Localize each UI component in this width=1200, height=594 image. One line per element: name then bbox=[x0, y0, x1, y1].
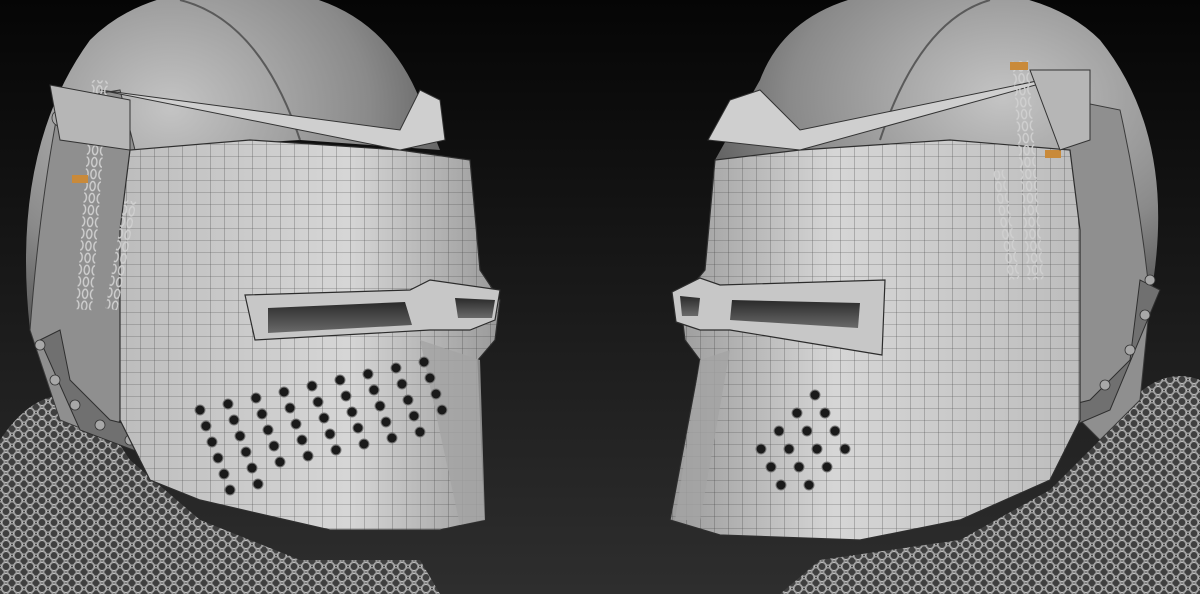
breath-hole bbox=[408, 410, 420, 422]
breath-hole bbox=[793, 461, 805, 473]
breath-hole bbox=[362, 368, 374, 380]
breath-hole bbox=[222, 398, 234, 410]
breath-hole bbox=[206, 436, 218, 448]
breath-hole bbox=[312, 396, 324, 408]
breath-hole bbox=[274, 456, 286, 468]
breath-hole bbox=[424, 372, 436, 384]
breath-hole bbox=[801, 425, 813, 437]
breath-hole bbox=[352, 422, 364, 434]
breath-hole bbox=[246, 462, 258, 474]
breath-hole bbox=[390, 362, 402, 374]
breath-hole bbox=[418, 356, 430, 368]
breath-hole bbox=[302, 450, 314, 462]
breath-hole bbox=[436, 404, 448, 416]
breath-hole bbox=[346, 406, 358, 418]
breath-hole bbox=[368, 384, 380, 396]
breath-hole bbox=[821, 461, 833, 473]
breath-hole bbox=[783, 443, 795, 455]
breath-hole bbox=[374, 400, 386, 412]
breath-hole bbox=[811, 443, 823, 455]
breath-hole bbox=[340, 390, 352, 402]
breath-hole bbox=[262, 424, 274, 436]
breath-hole bbox=[278, 386, 290, 398]
breath-hole bbox=[200, 420, 212, 432]
breath-hole bbox=[268, 440, 280, 452]
helmet-render-scene bbox=[0, 0, 1200, 594]
breath-hole bbox=[324, 428, 336, 440]
breath-hole bbox=[380, 416, 392, 428]
breath-hole bbox=[396, 378, 408, 390]
breath-hole bbox=[334, 374, 346, 386]
breath-hole bbox=[414, 426, 426, 438]
breath-hole bbox=[318, 412, 330, 424]
breath-hole bbox=[218, 468, 230, 480]
breath-hole bbox=[228, 414, 240, 426]
breath-hole bbox=[330, 444, 342, 456]
breath-hole bbox=[250, 392, 262, 404]
breath-hole bbox=[240, 446, 252, 458]
breath-hole bbox=[775, 479, 787, 491]
breath-hole bbox=[839, 443, 851, 455]
breath-hole bbox=[386, 432, 398, 444]
breath-hole bbox=[234, 430, 246, 442]
breath-hole bbox=[809, 389, 821, 401]
breath-hole bbox=[791, 407, 803, 419]
breath-hole bbox=[430, 388, 442, 400]
breath-hole bbox=[194, 404, 206, 416]
breath-hole bbox=[306, 380, 318, 392]
breath-hole bbox=[290, 418, 302, 430]
breath-hole bbox=[402, 394, 414, 406]
render-viewport bbox=[0, 0, 1200, 594]
breath-hole bbox=[765, 461, 777, 473]
breath-hole bbox=[773, 425, 785, 437]
breath-hole bbox=[256, 408, 268, 420]
breath-hole bbox=[212, 452, 224, 464]
breath-hole bbox=[358, 438, 370, 450]
breath-hole bbox=[252, 478, 264, 490]
breath-hole bbox=[829, 425, 841, 437]
breath-hole bbox=[224, 484, 236, 496]
breath-hole bbox=[284, 402, 296, 414]
breath-hole bbox=[819, 407, 831, 419]
breath-hole bbox=[755, 443, 767, 455]
breath-hole bbox=[803, 479, 815, 491]
breath-hole bbox=[296, 434, 308, 446]
